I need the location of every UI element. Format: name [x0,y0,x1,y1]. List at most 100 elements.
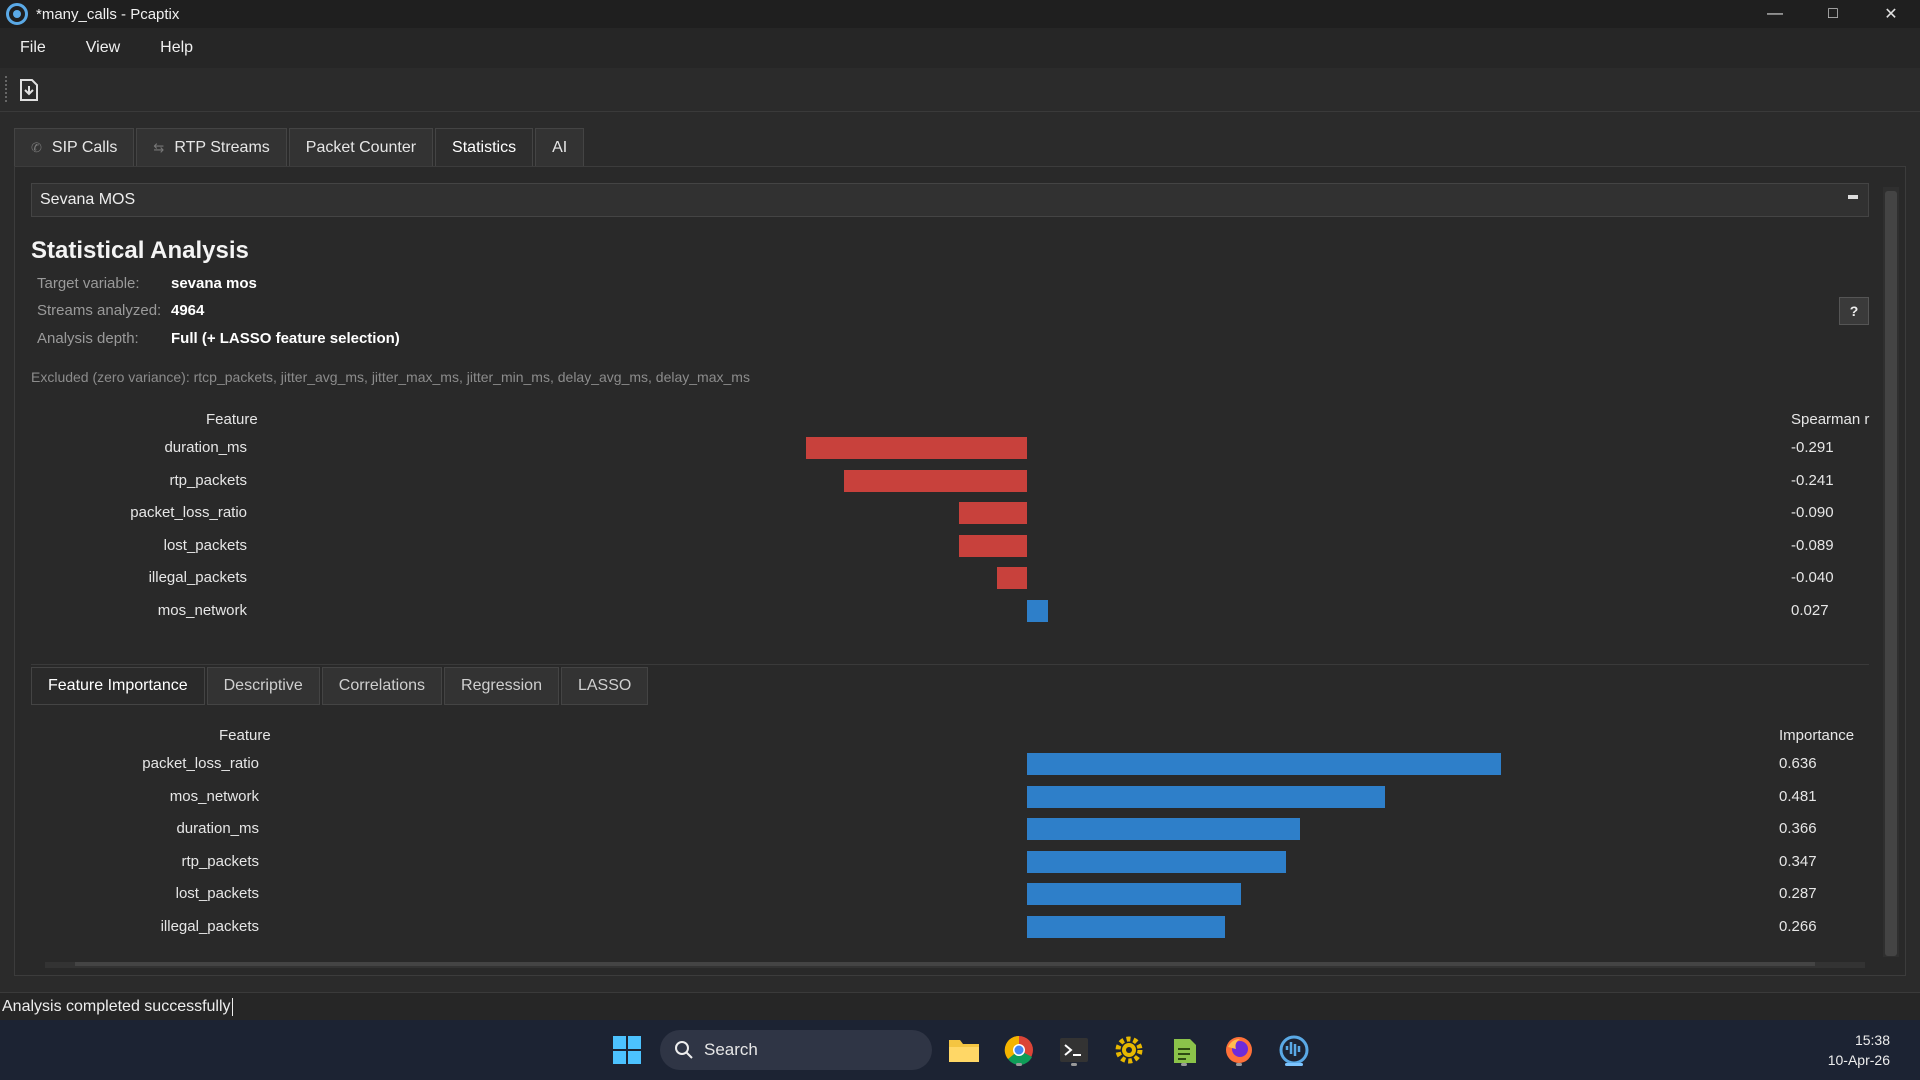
feature-column-header: Feature [206,411,258,428]
tab-correlations[interactable]: Correlations [321,667,443,705]
analysis-title: Statistical Analysis [31,237,249,264]
tab-packet-counter[interactable]: Packet Counter [288,128,434,166]
feature-column-header: Feature [219,727,271,744]
streams-analyzed-row: Streams analyzed: 4964 [37,302,204,319]
terminal-icon[interactable] [1054,1030,1094,1070]
feature-label: packet_loss_ratio [130,504,247,522]
vertical-scrollbar[interactable] [1883,187,1899,957]
correlation-value: -0.291 [1791,439,1834,456]
dropdown-icon[interactable] [1846,192,1860,202]
importance-value: 0.266 [1779,918,1817,935]
importance-bar [1027,753,1501,775]
importance-bar [1027,916,1226,938]
importance-value: 0.366 [1779,820,1817,838]
notepad-plus-icon[interactable] [1164,1030,1204,1070]
correlation-bar [805,437,1027,459]
feature-label: rtp_packets [181,852,259,870]
importance-bar [1027,850,1286,873]
start-button[interactable] [607,1030,647,1070]
feature-label: mos_network [157,602,247,619]
target-selector[interactable]: Sevana MOS [31,183,1869,217]
feature-label: lost_packets [175,885,259,903]
chrome-icon[interactable] [999,1030,1039,1070]
maximize-button[interactable]: □ [1804,0,1862,28]
running-indicator [1071,1063,1077,1066]
system-clock[interactable]: 15:38 10-Apr-26 [1828,1030,1890,1070]
menu-bar: File View Help [0,28,1920,68]
menu-help[interactable]: Help [140,28,213,68]
correlation-bar [959,534,1027,557]
tab-label: RTP Streams [174,138,270,156]
status-message: Analysis completed successfully [2,997,231,1015]
pcaptix-taskbar-icon[interactable] [1274,1030,1314,1070]
importance-bar [1027,883,1241,906]
window-title: *many_calls - Pcaptix [36,5,180,23]
export-file-icon[interactable] [18,78,40,102]
tab-descriptive[interactable]: Descriptive [206,667,320,705]
tab-label: SIP Calls [51,138,118,156]
importance-bar [1027,818,1300,841]
streams-analyzed-value: 4964 [171,302,205,319]
tab-statistics[interactable]: Statistics [435,128,534,166]
streams-analyzed-label: Streams analyzed: [37,302,162,319]
text-caret [231,997,233,1016]
settings-gear-icon[interactable] [1109,1030,1149,1070]
analysis-tabs: Feature Importance Descriptive Correlati… [31,667,650,705]
feature-label: illegal_packets [148,569,247,587]
analysis-depth-label: Analysis depth: [37,330,139,347]
correlation-bar [1027,600,1048,622]
clock-time: 15:38 [1854,1032,1890,1048]
toolbar-grip[interactable] [5,76,7,102]
horizontal-scrollbar[interactable] [45,962,1865,968]
running-indicator [1285,1063,1303,1066]
toolbar [0,68,1920,112]
target-variable-label: Target variable: [37,275,140,292]
correlation-bar [996,567,1027,590]
help-button[interactable]: ? [1839,297,1869,325]
feature-label: packet_loss_ratio [142,755,259,772]
tab-label: Packet Counter [305,138,417,156]
tab-ai[interactable]: AI [535,128,585,166]
tab-rtp-streams[interactable]: ⇆ RTP Streams [136,128,287,166]
tab-sip-calls[interactable]: ✆ SIP Calls [14,128,135,166]
scrollbar-thumb[interactable] [1885,191,1897,956]
importance-value: 0.636 [1779,755,1817,772]
taskbar: Search 15:38 10-Apr-26 [0,1020,1920,1080]
running-indicator [1181,1063,1187,1066]
menu-file[interactable]: File [0,28,66,68]
phone-icon: ✆ [31,139,42,155]
analysis-depth-value: Full (+ LASSO feature selection) [171,330,400,347]
menu-view[interactable]: View [66,28,140,68]
file-explorer-icon[interactable] [944,1030,984,1070]
tab-feature-importance[interactable]: Feature Importance [31,667,205,705]
spearman-column-header: Spearman r [1791,411,1870,428]
statistics-panel: Sevana MOS Statistical Analysis Target v… [14,166,1906,976]
search-icon [675,1041,693,1059]
main-frame: ✆ SIP Calls ⇆ RTP Streams Packet Counter… [14,128,1906,976]
correlation-bar [958,502,1027,525]
correlation-value: -0.040 [1791,569,1834,587]
tab-lasso[interactable]: LASSO [560,667,649,705]
analysis-depth-row: Analysis depth: Full (+ LASSO feature se… [37,330,400,347]
running-indicator [1016,1063,1022,1066]
tab-label: Statistics [452,138,517,156]
status-bar: Analysis completed successfully [0,992,1920,1020]
scrollbar-thumb[interactable] [75,962,1815,966]
correlation-value: -0.241 [1791,471,1834,489]
feature-label: lost_packets [163,536,247,554]
importance-value: 0.347 [1779,852,1817,870]
correlation-value: 0.027 [1791,602,1829,619]
minimize-button[interactable]: — [1746,0,1804,28]
firefox-icon[interactable] [1219,1030,1259,1070]
correlation-value: -0.090 [1791,504,1834,522]
correlation-bar [843,469,1027,492]
close-button[interactable]: ✕ [1862,0,1920,28]
tab-regression[interactable]: Regression [444,667,559,705]
running-indicator [1236,1063,1242,1066]
importance-column-header: Importance [1779,727,1855,744]
taskbar-search[interactable]: Search [660,1030,932,1070]
target-variable-value: sevana mos [171,275,257,292]
clock-date: 10-Apr-26 [1827,1052,1890,1068]
importance-bar [1027,785,1386,808]
feature-label: duration_ms [164,439,247,456]
